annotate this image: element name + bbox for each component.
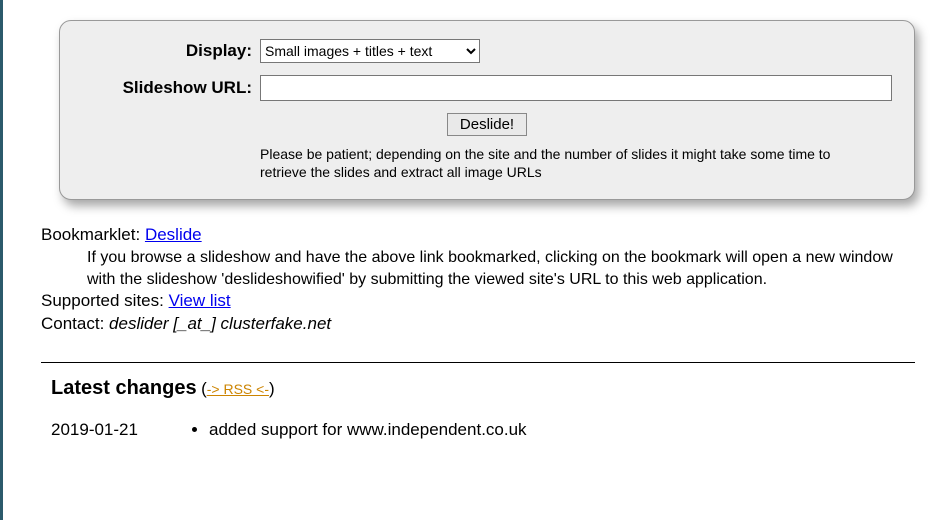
change-entry-row: 2019-01-21 added support for www.indepen…: [51, 420, 915, 440]
bookmarklet-description: If you browse a slideshow and have the a…: [87, 247, 915, 290]
section-divider: [41, 362, 915, 363]
display-select[interactable]: Small images + titles + text: [260, 39, 480, 63]
deslide-submit-button[interactable]: Deslide!: [447, 113, 527, 136]
bookmarklet-label: Bookmarklet:: [41, 225, 140, 244]
display-label: Display:: [82, 41, 260, 61]
contact-label: Contact:: [41, 314, 104, 333]
supported-sites-link[interactable]: View list: [169, 291, 231, 310]
patience-note: Please be patient; depending on the site…: [260, 146, 852, 181]
bookmarklet-link[interactable]: Deslide: [145, 225, 202, 244]
contact-email: deslider [_at_] clusterfake.net: [109, 314, 331, 333]
supported-label: Supported sites:: [41, 291, 164, 310]
display-row: Display: Small images + titles + text: [82, 39, 892, 63]
slideshow-url-input[interactable]: [260, 75, 892, 101]
change-date: 2019-01-21: [51, 420, 191, 440]
latest-changes-section: Latest changes (-> RSS <-) 2019-01-21 ad…: [41, 377, 915, 440]
deslide-form-panel: Display: Small images + titles + text Sl…: [59, 20, 915, 200]
change-bullet-list: added support for www.independent.co.uk: [191, 420, 527, 440]
latest-changes-heading: Latest changes: [51, 377, 197, 399]
supported-line: Supported sites: View list: [41, 290, 915, 313]
url-row: Slideshow URL:: [82, 75, 892, 101]
contact-line: Contact: deslider [_at_] clusterfake.net: [41, 313, 915, 336]
info-section: Bookmarklet: Deslide If you browse a sli…: [41, 224, 915, 336]
bookmarklet-line: Bookmarklet: Deslide: [41, 224, 915, 247]
change-bullet-item: added support for www.independent.co.uk: [209, 420, 527, 440]
rss-link[interactable]: -> RSS <-: [207, 381, 269, 397]
url-label: Slideshow URL:: [82, 78, 260, 98]
